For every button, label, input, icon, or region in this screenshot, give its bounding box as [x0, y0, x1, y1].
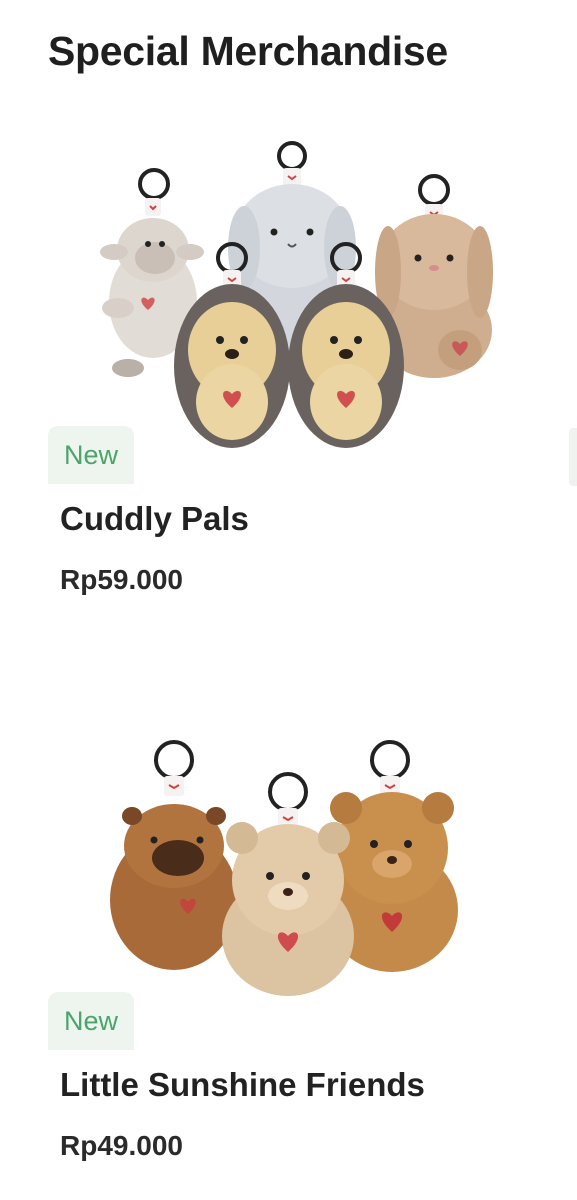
product-image[interactable]: [48, 730, 548, 1000]
product-image[interactable]: [48, 140, 548, 460]
new-badge: New: [48, 426, 134, 484]
product-card-cuddly-pals[interactable]: New Cuddly Pals Rp59.000: [48, 140, 548, 610]
capybara-plush: [110, 740, 238, 970]
next-card-peek[interactable]: [569, 428, 577, 486]
badge-label: New: [63, 1005, 118, 1036]
plush-keychain-group-image: [100, 141, 493, 448]
product-name[interactable]: Little Sunshine Friends: [60, 1066, 425, 1104]
product-price: Rp59.000: [60, 564, 183, 595]
product-card-little-sunshine-friends[interactable]: New Little Sunshine Friends Rp49.000: [48, 730, 548, 1180]
product-name[interactable]: Cuddly Pals: [60, 500, 249, 538]
page-title: Special Merchandise: [48, 28, 448, 74]
new-badge: New: [48, 992, 134, 1050]
product-price: Rp49.000: [60, 1130, 183, 1161]
badge-label: New: [63, 439, 118, 470]
plush-keychain-trio-image: [110, 740, 458, 996]
